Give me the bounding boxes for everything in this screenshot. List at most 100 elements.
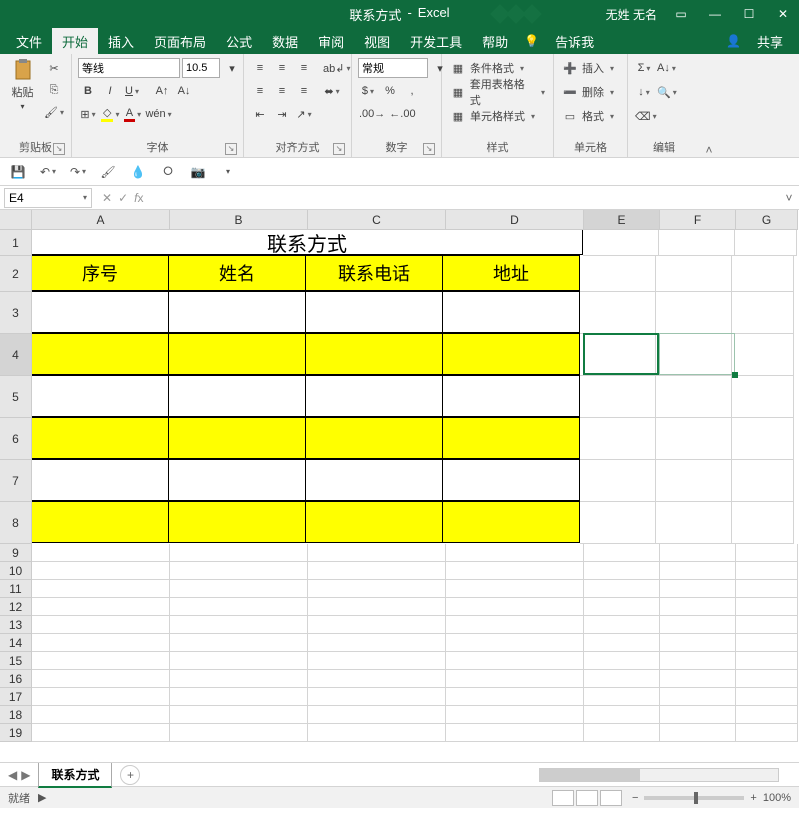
indent-inc-icon[interactable]: ⇥ — [272, 104, 292, 124]
cell[interactable] — [732, 292, 794, 334]
fill-color-button[interactable]: ◇ — [100, 104, 120, 124]
cell[interactable] — [736, 562, 798, 580]
cell[interactable] — [584, 544, 660, 562]
cancel-entry-icon[interactable]: ✕ — [102, 191, 112, 205]
cell[interactable] — [305, 459, 443, 501]
font-launcher[interactable]: ↘ — [225, 143, 237, 155]
cell[interactable] — [168, 333, 306, 375]
name-box[interactable]: E4▾ — [4, 188, 92, 208]
comma-icon[interactable]: , — [402, 81, 422, 101]
cell[interactable]: 地址 — [442, 255, 580, 291]
cell[interactable] — [736, 598, 798, 616]
cell[interactable] — [168, 501, 306, 543]
font-color-button[interactable]: A — [122, 104, 142, 124]
cell[interactable] — [31, 291, 169, 333]
cell[interactable] — [308, 634, 446, 652]
cell[interactable] — [584, 724, 660, 742]
row-header[interactable]: 11 — [0, 580, 32, 598]
align-right-icon[interactable]: ≡ — [294, 81, 314, 101]
tab-help[interactable]: 帮助 — [472, 28, 518, 55]
cell[interactable] — [656, 256, 732, 292]
tab-nav-prev-icon[interactable]: ◀ — [8, 768, 17, 782]
cell[interactable] — [736, 544, 798, 562]
cell[interactable] — [660, 670, 736, 688]
cell[interactable] — [32, 544, 170, 562]
cell[interactable] — [660, 562, 736, 580]
maximize-icon[interactable]: ☐ — [739, 4, 759, 24]
cell[interactable]: 序号 — [31, 255, 169, 291]
col-header[interactable]: E — [584, 210, 660, 230]
camera-icon[interactable]: 📷 — [188, 162, 208, 182]
bold-button[interactable]: B — [78, 81, 98, 101]
row-header[interactable]: 1 — [0, 230, 32, 256]
align-center-icon[interactable]: ≡ — [272, 81, 292, 101]
cell[interactable] — [168, 459, 306, 501]
undo-icon[interactable]: ↶ — [38, 162, 58, 182]
clear-icon[interactable]: ⌫ — [634, 106, 658, 126]
cell[interactable] — [31, 375, 169, 417]
tab-home[interactable]: 开始 — [52, 28, 98, 55]
record-icon[interactable]: ⭘ — [158, 162, 178, 182]
row-header[interactable]: 18 — [0, 706, 32, 724]
row-header[interactable]: 5 — [0, 376, 32, 418]
row-header[interactable]: 12 — [0, 598, 32, 616]
cell[interactable] — [170, 562, 308, 580]
cell[interactable] — [656, 418, 732, 460]
cell[interactable] — [442, 291, 580, 333]
cell[interactable] — [446, 706, 584, 724]
wrap-text-button[interactable]: ab↲ — [322, 58, 351, 78]
page-break-view-icon[interactable] — [600, 790, 622, 806]
number-launcher[interactable]: ↘ — [423, 143, 435, 155]
cell[interactable] — [736, 706, 798, 724]
cell[interactable] — [656, 376, 732, 418]
cell[interactable] — [584, 580, 660, 598]
cell[interactable]: 姓名 — [168, 255, 306, 291]
cell[interactable] — [584, 562, 660, 580]
cell[interactable] — [442, 459, 580, 501]
share-icon[interactable]: 👤 — [720, 34, 747, 48]
row-header[interactable]: 3 — [0, 292, 32, 334]
row-header[interactable]: 13 — [0, 616, 32, 634]
align-top-icon[interactable]: ≡ — [250, 58, 270, 78]
phonetic-button[interactable]: wén — [144, 104, 172, 124]
underline-button[interactable]: U — [122, 81, 142, 101]
cell[interactable] — [442, 375, 580, 417]
tab-nav-next-icon[interactable]: ▶ — [21, 768, 30, 782]
sort-icon[interactable]: A↓ — [656, 58, 677, 78]
clipboard-launcher[interactable]: ↘ — [53, 143, 65, 155]
cell[interactable] — [446, 544, 584, 562]
cell[interactable] — [442, 333, 580, 375]
collapse-ribbon-icon[interactable]: ˄ — [700, 54, 718, 157]
col-header[interactable]: D — [446, 210, 584, 230]
cell[interactable] — [446, 724, 584, 742]
col-header[interactable]: B — [170, 210, 308, 230]
cell[interactable] — [446, 688, 584, 706]
col-header[interactable]: A — [32, 210, 170, 230]
cell[interactable] — [31, 501, 169, 543]
select-all-corner[interactable] — [0, 210, 32, 230]
cell[interactable] — [736, 688, 798, 706]
cell[interactable] — [32, 598, 170, 616]
ribbon-min-icon[interactable]: ▭ — [671, 4, 691, 24]
cell[interactable] — [308, 562, 446, 580]
new-sheet-button[interactable]: + — [120, 765, 140, 785]
sheet-tab[interactable]: 联系方式 — [38, 763, 112, 788]
cell[interactable] — [308, 598, 446, 616]
percent-icon[interactable]: % — [380, 81, 400, 101]
cell[interactable] — [170, 688, 308, 706]
cell[interactable] — [584, 688, 660, 706]
tell-me-icon[interactable]: 💡 — [518, 34, 545, 48]
cell[interactable] — [660, 580, 736, 598]
minimize-icon[interactable]: — — [705, 4, 725, 24]
cell[interactable] — [735, 230, 797, 256]
cell[interactable]: 联系电话 — [305, 255, 443, 291]
formula-input[interactable] — [153, 188, 779, 208]
cut-icon[interactable]: ✂ — [43, 58, 65, 78]
font-name-input[interactable] — [78, 58, 180, 78]
row-header[interactable]: 7 — [0, 460, 32, 502]
cell[interactable] — [305, 333, 443, 375]
cell[interactable] — [32, 580, 170, 598]
spreadsheet-grid[interactable]: ABCDEFG 12345678910111213141516171819 联系… — [0, 210, 799, 762]
cell[interactable] — [168, 375, 306, 417]
cell[interactable] — [170, 616, 308, 634]
